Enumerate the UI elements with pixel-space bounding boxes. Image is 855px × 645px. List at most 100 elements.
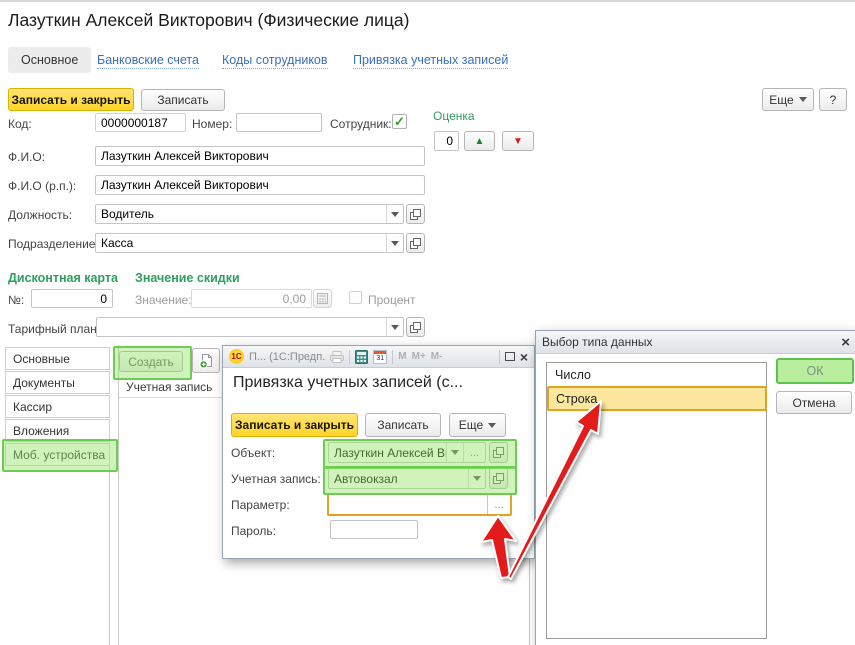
create-group-button[interactable] — [192, 348, 220, 373]
password-field[interactable] — [330, 520, 418, 539]
object-open-button[interactable] — [489, 442, 508, 463]
list-item-number[interactable]: Число — [548, 364, 766, 386]
save-button[interactable]: Записать — [141, 89, 225, 111]
modal-save-button[interactable]: Записать — [365, 413, 441, 437]
tab-account-binding[interactable]: Привязка учетных записей — [353, 53, 508, 69]
dropdown-arrow-icon — [391, 241, 399, 246]
sidebar-item-main[interactable]: Основные — [5, 347, 110, 370]
tab-employee-codes[interactable]: Коды сотрудников — [222, 53, 328, 69]
position-label: Должность: — [8, 208, 72, 222]
sidebar-item-mobile-devices[interactable]: Моб. устройства — [5, 443, 110, 466]
department-label: Подразделение: — [8, 237, 99, 251]
modal-title: П... (1С:Предп. — [249, 351, 325, 363]
dropdown-arrow-icon — [391, 325, 399, 330]
open-icon — [493, 447, 504, 458]
fio-label: Ф.И.О: — [8, 150, 45, 164]
open-icon — [410, 322, 421, 333]
dropdown-button[interactable] — [386, 318, 403, 336]
position-open-button[interactable] — [406, 204, 425, 224]
titlebar-separator — [392, 350, 393, 364]
tariff-plan-open-button[interactable] — [406, 317, 425, 337]
1c-logo-icon: 1С — [229, 349, 244, 364]
number-field[interactable] — [236, 113, 322, 132]
memory-minus-button[interactable]: M- — [431, 351, 443, 362]
up-triangle-icon: ▲ — [475, 136, 485, 147]
tariff-plan-combo[interactable] — [96, 317, 404, 337]
percent-checkbox[interactable] — [349, 291, 362, 304]
calculator-icon[interactable] — [355, 350, 368, 364]
tab-main[interactable]: Основное — [8, 47, 91, 73]
rating-down-button[interactable]: ▼ — [502, 131, 534, 151]
dialog-title: Выбор типа данных — [542, 335, 652, 349]
save-and-close-button[interactable]: Записать и закрыть — [8, 88, 134, 111]
rating-up-button[interactable]: ▲ — [464, 131, 495, 151]
discount-card-header: Дисконтная карта — [8, 271, 118, 285]
fio-field[interactable]: Лазуткин Алексей Викторович — [95, 146, 425, 166]
close-icon[interactable]: × — [841, 335, 850, 350]
rating-label: Оценка — [433, 109, 475, 123]
position-combo[interactable]: Водитель — [95, 204, 404, 224]
cancel-button[interactable]: Отмена — [776, 391, 852, 414]
dropdown-button[interactable] — [446, 443, 463, 462]
dropdown-button[interactable] — [386, 205, 403, 223]
calculator-icon — [317, 293, 328, 304]
account-open-button[interactable] — [489, 468, 508, 489]
window-top-border — [0, 0, 855, 2]
check-icon: ✓ — [394, 114, 405, 130]
dropdown-button[interactable] — [468, 469, 485, 488]
dropdown-arrow-icon — [473, 476, 481, 481]
modal-more-button[interactable]: Еще — [449, 413, 506, 437]
dropdown-button[interactable] — [386, 234, 403, 252]
dropdown-arrow-icon — [799, 97, 807, 102]
parameter-field[interactable]: ... — [327, 493, 512, 516]
help-button[interactable]: ? — [819, 88, 847, 111]
tariff-plan-label: Тарифный план: — [8, 322, 100, 336]
card-number-label: №: — [8, 293, 24, 307]
department-open-button[interactable] — [406, 233, 425, 253]
sidebar-item-cashier[interactable]: Кассир — [5, 395, 110, 418]
account-combo[interactable]: Автовокзал — [328, 468, 486, 489]
calendar-icon[interactable]: 31 — [373, 350, 387, 364]
card-number-field[interactable]: 0 — [31, 289, 113, 308]
dropdown-arrow-icon — [488, 423, 496, 428]
binding-modal: 1С П... (1С:Предп. 31 M M+ M- × Привязка… — [222, 345, 535, 559]
open-icon — [410, 209, 421, 220]
dropdown-arrow-icon — [451, 450, 459, 455]
code-field[interactable]: 0000000187 — [95, 113, 186, 132]
calculator-button[interactable] — [313, 289, 332, 308]
memory-plus-button[interactable]: M+ — [412, 351, 426, 362]
choose-button[interactable]: ... — [463, 443, 485, 462]
dropdown-arrow-icon — [391, 212, 399, 217]
more-button[interactable]: Еще — [762, 88, 814, 111]
modal-titlebar[interactable]: 1С П... (1С:Предп. 31 M M+ M- × — [223, 346, 534, 368]
ok-button[interactable]: ОК — [776, 358, 854, 384]
sidebar-item-attachments[interactable]: Вложения — [5, 419, 110, 442]
modal-save-and-close-button[interactable]: Записать и закрыть — [231, 413, 358, 437]
tab-bank-accounts[interactable]: Банковские счета — [97, 53, 199, 69]
modal-heading: Привязка учетных записей (с... — [233, 374, 463, 392]
rating-field[interactable]: 0 — [434, 131, 459, 151]
department-combo[interactable]: Касса — [95, 233, 404, 253]
close-icon[interactable]: × — [520, 350, 528, 364]
print-icon — [330, 351, 344, 363]
list-item-string[interactable]: Строка — [547, 386, 767, 411]
discount-value-header: Значение скидки — [135, 271, 240, 285]
titlebar-separator — [349, 350, 350, 364]
percent-label: Процент — [368, 293, 416, 307]
employee-checkbox[interactable]: ✓ — [392, 114, 407, 129]
type-select-dialog: Выбор типа данных × Число Строка ОК Отме… — [535, 330, 855, 645]
number-label: Номер: — [192, 117, 232, 131]
dialog-titlebar[interactable]: Выбор типа данных × — [536, 331, 855, 354]
maximize-icon[interactable] — [505, 352, 515, 361]
discount-value-label: Значение: — [135, 293, 192, 307]
fio-genitive-field[interactable]: Лазуткин Алексей Викторович — [95, 175, 425, 195]
discount-value-field[interactable]: 0,00 — [191, 289, 312, 308]
fio-genitive-label: Ф.И.О (р.п.): — [8, 179, 76, 193]
memory-button[interactable]: M — [398, 351, 406, 362]
employee-label: Сотрудник: — [330, 117, 392, 131]
create-button[interactable]: Создать — [119, 351, 183, 372]
sidebar-item-documents[interactable]: Документы — [5, 371, 110, 394]
titlebar-separator — [499, 350, 500, 364]
parameter-choose-button[interactable]: ... — [487, 495, 510, 514]
object-combo[interactable]: Лазуткин Алексей Ви ... — [328, 442, 486, 463]
